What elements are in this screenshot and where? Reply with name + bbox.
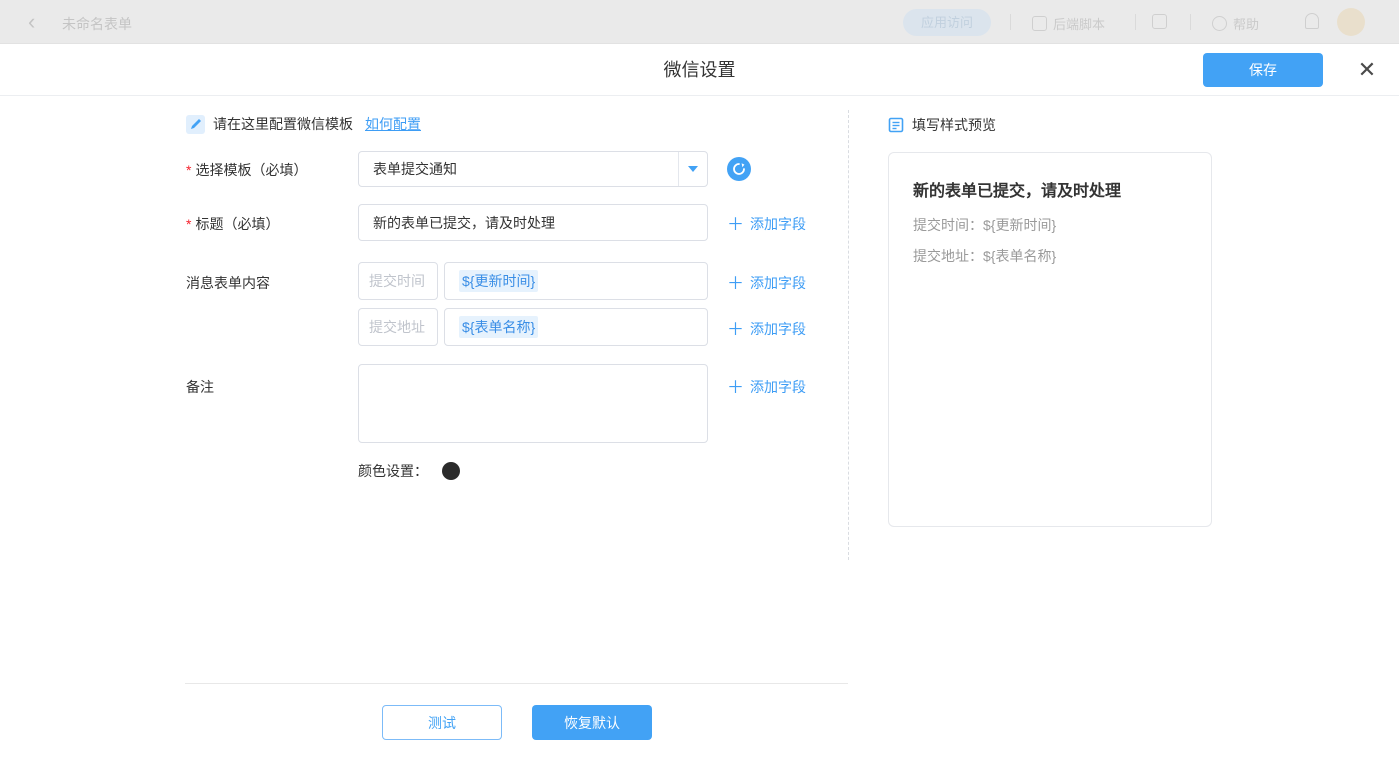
content-key-input-1[interactable] — [358, 262, 438, 300]
topbar-separator — [1010, 14, 1011, 30]
refresh-icon — [732, 162, 746, 176]
app-access-button[interactable]: 应用访问 — [903, 9, 991, 36]
preview-card-title: 新的表单已提交，请及时处理 — [913, 177, 1187, 201]
form-title: 未命名表单 — [62, 14, 132, 34]
content-label: 消息表单内容 — [186, 273, 270, 293]
color-setting-row: 颜色设置： — [358, 461, 460, 481]
wechat-settings-modal: 微信设置 保存 ✕ 请在这里配置微信模板 如何配置 *选择模板（必填） 表单提交… — [0, 44, 1399, 764]
notifications-bell-icon[interactable] — [1305, 13, 1319, 29]
test-button[interactable]: 测试 — [382, 705, 502, 740]
footer-divider — [185, 683, 848, 684]
topbar-separator — [1190, 14, 1191, 30]
color-swatch[interactable] — [442, 462, 460, 480]
plus-icon: ＋ — [727, 379, 744, 396]
plus-icon: ＋ — [727, 321, 744, 338]
modal-header: 微信设置 保存 ✕ — [0, 44, 1399, 96]
page-title: 微信设置 — [0, 44, 1399, 96]
add-field-link-remark[interactable]: ＋ 添加字段 — [727, 377, 806, 397]
config-hint-row: 请在这里配置微信模板 如何配置 — [186, 113, 421, 135]
preview-line: 提交时间：${更新时间} — [913, 215, 1187, 235]
chevron-down-icon — [688, 166, 698, 172]
script-icon — [1032, 16, 1047, 31]
add-field-label: 添加字段 — [750, 273, 806, 293]
variable-token[interactable]: ${更新时间} — [459, 270, 538, 292]
backend-script-button[interactable]: 后端脚本 — [1032, 14, 1105, 33]
required-asterisk: * — [186, 162, 191, 178]
title-label: *标题（必填） — [186, 214, 279, 234]
preview-header-label: 填写样式预览 — [912, 115, 996, 135]
topbar: ‹ 未命名表单 应用访问 后端脚本 帮助 — [0, 0, 1399, 44]
plus-icon: ＋ — [727, 275, 744, 292]
document-icon — [888, 117, 904, 133]
add-field-link-title[interactable]: ＋ 添加字段 — [727, 214, 806, 234]
template-select[interactable]: 表单提交通知 — [358, 151, 708, 187]
how-to-configure-link[interactable]: 如何配置 — [365, 114, 421, 134]
avatar[interactable] — [1337, 8, 1365, 36]
plus-icon: ＋ — [727, 216, 744, 233]
add-field-link-row2[interactable]: ＋ 添加字段 — [727, 319, 806, 339]
back-chevron-icon[interactable]: ‹ — [28, 8, 35, 36]
title-input[interactable] — [358, 204, 708, 241]
template-select-value: 表单提交通知 — [359, 159, 678, 179]
add-field-label: 添加字段 — [750, 377, 806, 397]
add-field-label: 添加字段 — [750, 214, 806, 234]
preview-line: 提交地址：${表单名称} — [913, 246, 1187, 266]
app-icon — [1152, 14, 1167, 29]
remark-label: 备注 — [186, 377, 214, 397]
required-asterisk: * — [186, 216, 191, 232]
content-value-input-1[interactable]: ${更新时间} — [444, 262, 708, 300]
save-button[interactable]: 保存 — [1203, 53, 1323, 87]
help-label: 帮助 — [1233, 14, 1259, 33]
template-label: *选择模板（必填） — [186, 160, 307, 180]
topbar-separator — [1135, 14, 1136, 30]
template-label-text: 选择模板（必填） — [195, 162, 307, 178]
variable-token[interactable]: ${表单名称} — [459, 316, 538, 338]
pencil-icon — [186, 115, 205, 134]
color-setting-label: 颜色设置： — [358, 461, 428, 481]
help-icon — [1212, 16, 1227, 31]
content-key-input-2[interactable] — [358, 308, 438, 346]
content-value-input-2[interactable]: ${表单名称} — [444, 308, 708, 346]
refresh-templates-button[interactable] — [727, 157, 751, 181]
config-hint-text: 请在这里配置微信模板 — [213, 114, 353, 134]
add-field-label: 添加字段 — [750, 319, 806, 339]
restore-default-button[interactable]: 恢复默认 — [532, 705, 652, 740]
title-label-text: 标题（必填） — [195, 216, 279, 232]
select-caret-cell[interactable] — [678, 152, 707, 186]
preview-header: 填写样式预览 — [888, 115, 996, 135]
add-field-link-row1[interactable]: ＋ 添加字段 — [727, 273, 806, 293]
close-icon[interactable]: ✕ — [1352, 55, 1382, 85]
app-button[interactable] — [1152, 14, 1167, 29]
preview-card: 新的表单已提交，请及时处理 提交时间：${更新时间} 提交地址：${表单名称} — [888, 152, 1212, 527]
panel-divider — [848, 110, 849, 560]
remark-textarea[interactable] — [358, 364, 708, 443]
help-button[interactable]: 帮助 — [1212, 14, 1259, 33]
backend-script-label: 后端脚本 — [1053, 14, 1105, 33]
